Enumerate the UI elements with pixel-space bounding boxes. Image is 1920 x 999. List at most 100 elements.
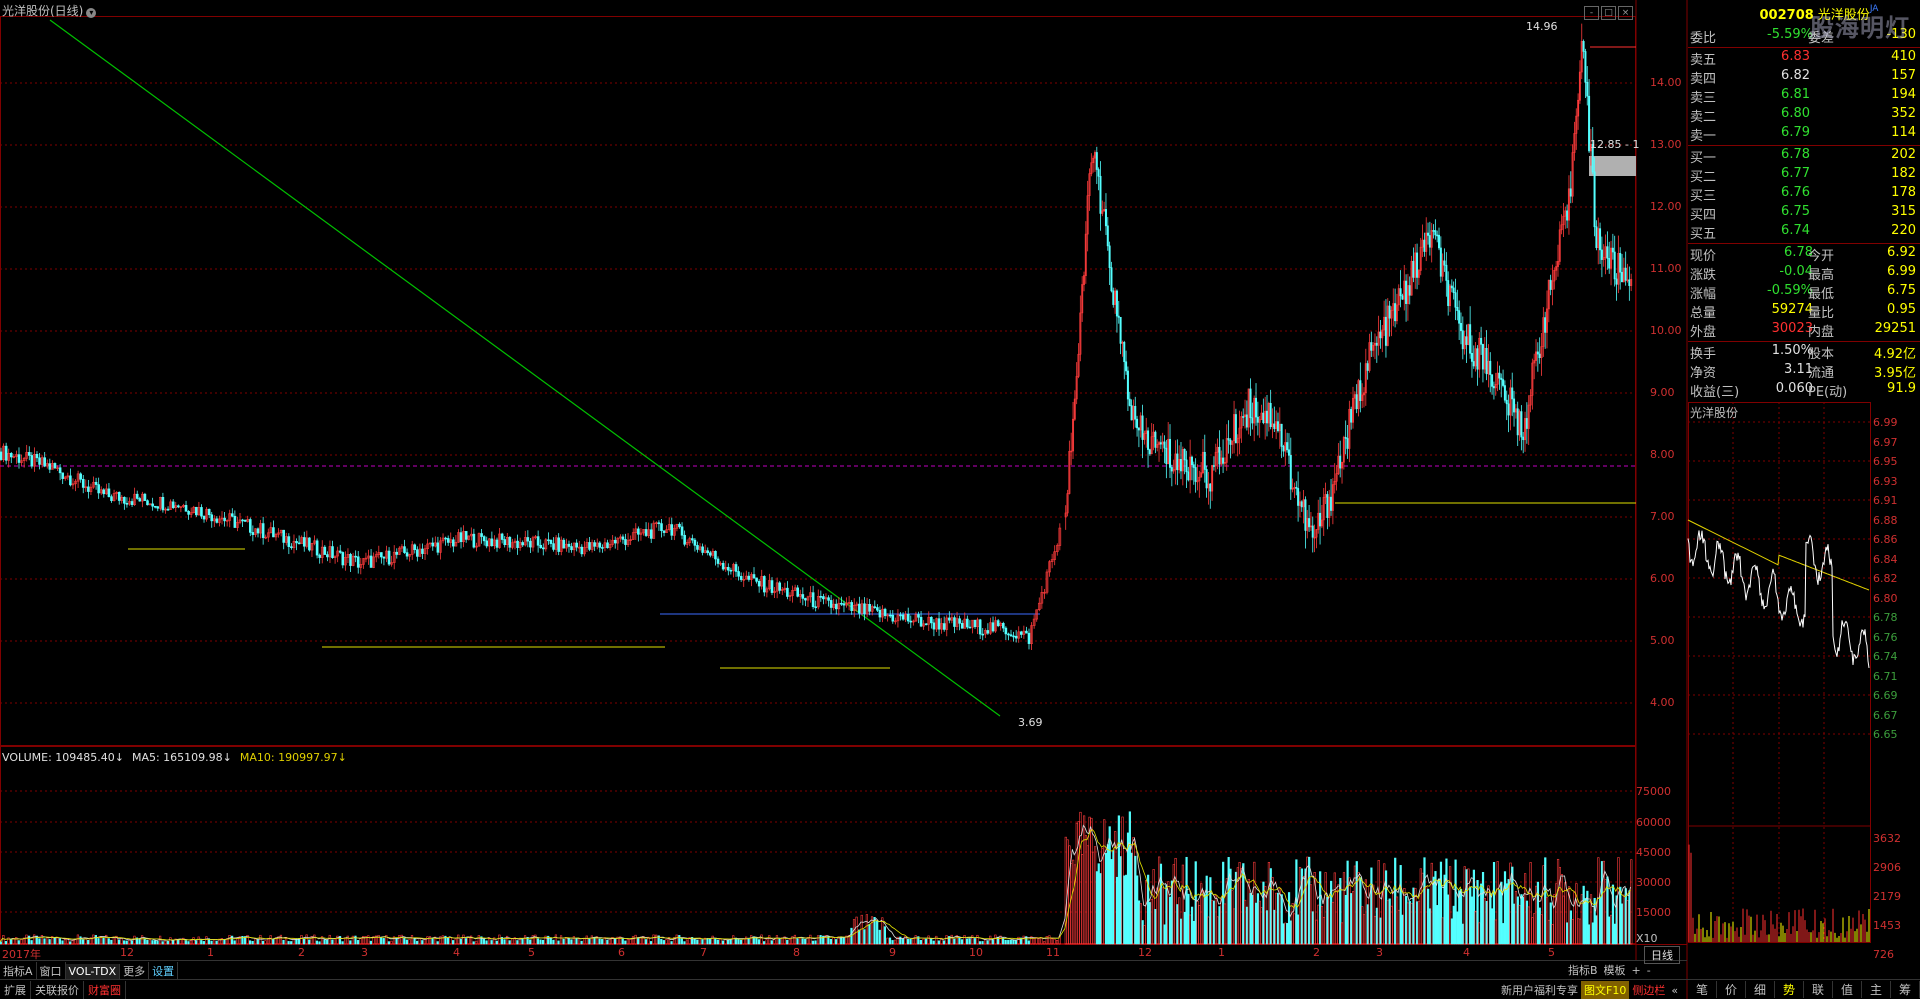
- tab-settings[interactable]: 设置: [149, 962, 179, 980]
- volume-bar: [1566, 922, 1569, 945]
- volume-bar: [675, 934, 678, 945]
- zoom-in-button[interactable]: +: [1629, 964, 1644, 977]
- volume-bar: [814, 940, 817, 945]
- candle-body: [701, 546, 704, 553]
- month-label: 9: [889, 946, 896, 959]
- close-button[interactable]: ×: [1618, 6, 1633, 20]
- candle-body: [1194, 467, 1197, 482]
- intraday-title: 光洋股份: [1690, 406, 1739, 420]
- volume-bar: [562, 938, 565, 945]
- volume-bar: [786, 939, 789, 945]
- bid-row: 买四 6.75 315: [1688, 204, 1920, 223]
- volume-bar: [580, 940, 583, 945]
- volume-bar: [1302, 876, 1305, 945]
- volume-bar: [1483, 897, 1486, 945]
- sidebar-tab[interactable]: 侧边栏: [1629, 981, 1668, 999]
- candle-body: [1295, 487, 1298, 489]
- collapse-icon[interactable]: «: [1668, 983, 1681, 998]
- volume-bar: [1136, 875, 1139, 945]
- volume-bar: [1489, 892, 1492, 945]
- candle-body: [452, 539, 455, 547]
- volume-bar: [716, 939, 719, 945]
- volume-bar: [994, 934, 997, 945]
- price-tick: 14.00: [1650, 76, 1682, 89]
- volume-bar: [1436, 905, 1439, 945]
- panel-tab[interactable]: 筹: [1891, 981, 1920, 998]
- panel-tab[interactable]: 主: [1862, 981, 1891, 998]
- candle-body: [1106, 225, 1109, 247]
- volume-bar: [117, 939, 121, 945]
- volume-bar: [1584, 898, 1587, 945]
- zoom-out-button[interactable]: -: [1644, 964, 1654, 977]
- ask-price: 6.83: [1781, 49, 1810, 64]
- volume-bar: [27, 935, 31, 945]
- volume-bar: [919, 940, 922, 945]
- volume-bar: [1556, 858, 1560, 945]
- candle-body: [801, 594, 805, 599]
- ask-volume: 157: [1891, 68, 1916, 83]
- minimize-button[interactable]: -: [1584, 6, 1599, 20]
- stock-code: 002708: [1759, 8, 1814, 23]
- volume-bar: [1540, 914, 1543, 945]
- tab-window[interactable]: 窗口: [37, 962, 66, 980]
- tab-extend[interactable]: 扩展: [0, 981, 31, 999]
- volume-bar: [1461, 923, 1465, 945]
- volume-bar: [153, 940, 157, 945]
- volume-bar: [1599, 896, 1602, 945]
- panel-tab[interactable]: 细: [1746, 981, 1775, 998]
- candle-body: [1600, 249, 1603, 260]
- candle-body: [734, 564, 738, 572]
- volume-bar: [459, 939, 462, 945]
- volume-bar: [1266, 910, 1269, 945]
- candle-body: [102, 489, 106, 495]
- panel-tab[interactable]: 值: [1833, 981, 1862, 998]
- tab-indicator-a[interactable]: 指标A: [0, 962, 37, 980]
- month-label: 2: [298, 946, 305, 959]
- tab-indicator-b[interactable]: 指标B: [1565, 962, 1601, 978]
- tab-more[interactable]: 更多: [120, 962, 150, 980]
- tab-vol-tdx[interactable]: VOL-TDX: [65, 964, 121, 979]
- volume-bar: [1245, 906, 1249, 945]
- tab-wealth-circle[interactable]: 财富圈: [84, 981, 126, 999]
- volume-bar: [53, 937, 56, 945]
- volume-bar: [428, 936, 432, 945]
- price-tick: 11.00: [1650, 262, 1682, 275]
- new-user-benefits-link[interactable]: 新用户福利专享: [1498, 981, 1581, 999]
- panel-tab[interactable]: 势: [1775, 981, 1804, 998]
- candle-body: [1326, 494, 1329, 518]
- volume-bar: [750, 935, 753, 945]
- tab-related-quotes[interactable]: 关联报价: [31, 981, 84, 999]
- candle-body: [1163, 441, 1166, 449]
- candle-body: [613, 539, 617, 544]
- volume-bar: [1406, 902, 1410, 945]
- volume-bar: [146, 939, 149, 945]
- candle-body: [1128, 398, 1131, 406]
- tab-template[interactable]: 模板: [1601, 962, 1629, 978]
- volume-bar: [87, 940, 90, 945]
- volume-bar: [1611, 884, 1615, 945]
- panel-tab[interactable]: 联: [1804, 981, 1833, 998]
- stat-value: -0.04: [1779, 264, 1813, 279]
- candle-body: [937, 618, 941, 630]
- chevron-down-icon[interactable]: ▾: [86, 8, 97, 18]
- panel-tab[interactable]: 价: [1717, 981, 1746, 998]
- candle-body: [202, 515, 206, 520]
- volume-bar: [1538, 907, 1541, 945]
- candle-body: [1476, 348, 1479, 370]
- volume-bar: [644, 939, 647, 945]
- restore-button[interactable]: □: [1601, 6, 1616, 20]
- f10-tab[interactable]: 图文F10: [1581, 981, 1630, 999]
- chart-title: 光洋股份(日线) ▾: [2, 2, 97, 19]
- volume-bar: [1159, 863, 1163, 945]
- volume-bar: [449, 937, 452, 945]
- volume-bar: [323, 939, 326, 945]
- candle-body: [660, 523, 663, 532]
- candle-body: [1445, 264, 1448, 281]
- candle-body: [1280, 423, 1283, 447]
- candle-body: [326, 554, 329, 558]
- panel-tab[interactable]: 笔: [1688, 981, 1717, 998]
- candle-body: [1480, 337, 1483, 345]
- volume-bar: [1445, 858, 1448, 945]
- volume-bar: [927, 935, 930, 945]
- volume-bar: [1575, 883, 1578, 945]
